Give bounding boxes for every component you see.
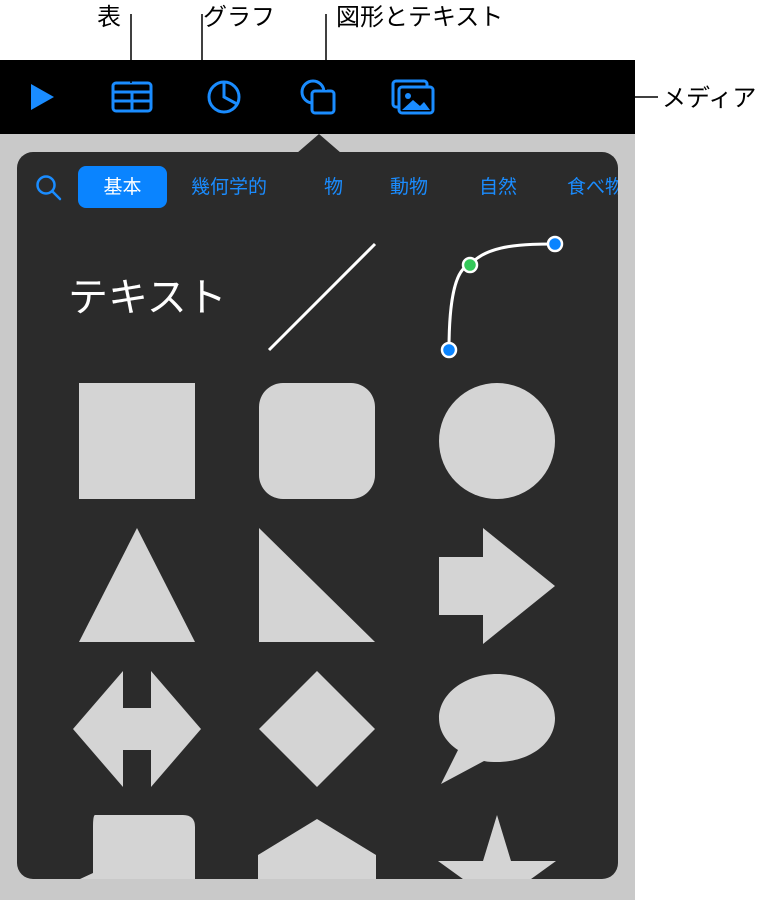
search-icon[interactable] xyxy=(35,174,63,202)
circle-shape[interactable] xyxy=(439,383,555,499)
shape-button[interactable] xyxy=(288,60,348,134)
table-button[interactable] xyxy=(102,60,162,134)
callout-shapes-text: 図形とテキスト xyxy=(336,3,504,31)
rounded-square-shape[interactable] xyxy=(259,383,375,499)
shapes-popover: 基本 幾何学的 物 動物 自然 食べ物 テキスト xyxy=(17,152,618,879)
callout-table: 表 xyxy=(97,3,121,31)
shape-icon xyxy=(300,79,336,115)
curve-end-handle xyxy=(546,235,564,253)
category-tabs: 基本 幾何学的 物 動物 自然 食べ物 xyxy=(17,166,618,210)
text-shape[interactable]: テキスト xyxy=(68,278,227,318)
pentagon-shape[interactable] xyxy=(258,819,376,879)
tab-nature[interactable]: 自然 xyxy=(465,166,531,208)
speech-bubble-shape[interactable] xyxy=(438,672,556,788)
tab-basic[interactable]: 基本 xyxy=(78,166,167,208)
callout-media: メディア xyxy=(662,84,757,112)
star-shape[interactable] xyxy=(438,815,556,879)
table-icon xyxy=(111,81,153,113)
media-button[interactable] xyxy=(383,60,443,134)
callout-chart: グラフ xyxy=(203,3,275,31)
chart-icon xyxy=(207,80,241,114)
callout-square-shape[interactable] xyxy=(67,815,197,879)
tab-food[interactable]: 食べ物 xyxy=(553,166,618,208)
media-icon xyxy=(391,79,435,115)
tab-geometric[interactable]: 幾何学的 xyxy=(177,166,281,208)
tab-objects[interactable]: 物 xyxy=(310,166,357,208)
play-button[interactable] xyxy=(12,60,72,134)
curve-start-handle xyxy=(440,341,458,359)
popover-arrow xyxy=(297,134,341,153)
diamond-shape[interactable] xyxy=(259,671,375,787)
curve-control-handle xyxy=(461,256,479,274)
play-icon xyxy=(31,84,54,110)
tab-animals[interactable]: 動物 xyxy=(376,166,442,208)
line-shape[interactable] xyxy=(257,240,377,360)
square-shape[interactable] xyxy=(79,383,195,499)
chart-button[interactable] xyxy=(194,60,254,134)
right-triangle-shape[interactable] xyxy=(259,528,375,642)
curve-shape[interactable] xyxy=(437,232,567,362)
arrow-shape[interactable] xyxy=(439,528,555,644)
double-arrow-shape[interactable] xyxy=(73,671,201,787)
toolbar xyxy=(0,60,635,134)
triangle-shape[interactable] xyxy=(79,528,195,642)
